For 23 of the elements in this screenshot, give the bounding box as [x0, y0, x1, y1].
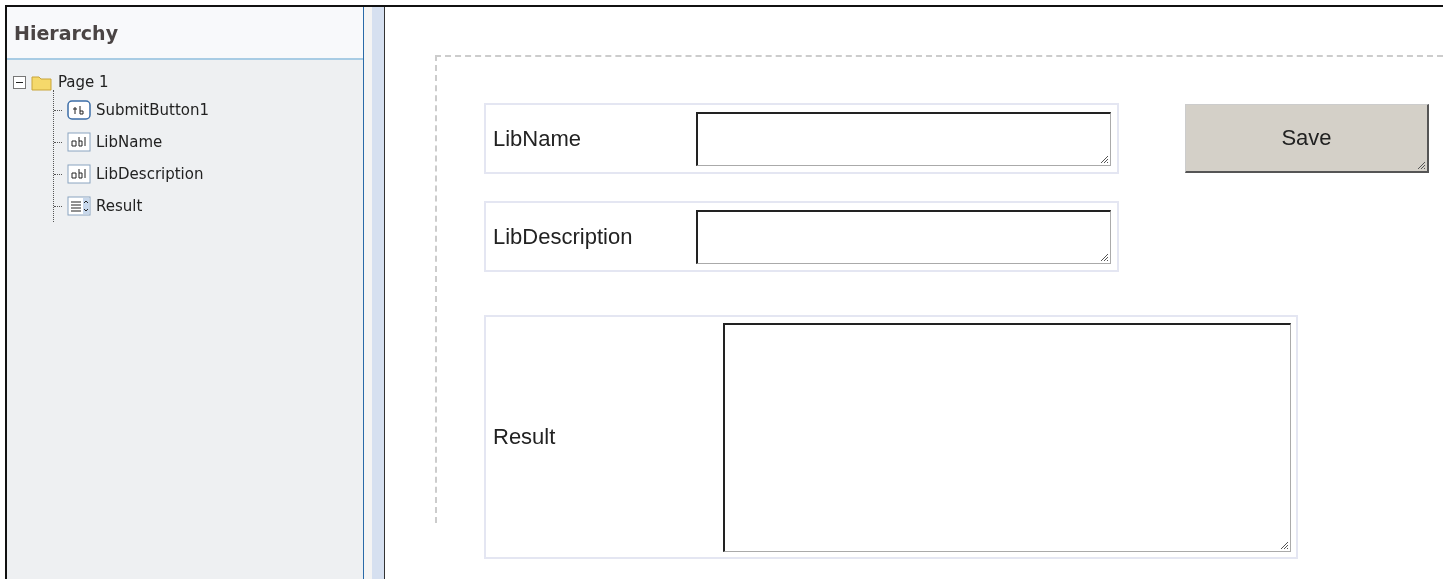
- tree-item[interactable]: Result: [96, 197, 143, 215]
- button-icon: [67, 100, 91, 120]
- tree-item[interactable]: Page 1: [58, 73, 109, 91]
- resize-grip-icon[interactable]: [1417, 161, 1426, 170]
- field-label: LibName: [493, 125, 583, 152]
- collapse-toggle-icon[interactable]: [13, 75, 26, 89]
- resize-grip-icon[interactable]: [1280, 540, 1289, 550]
- save-button[interactable]: Save: [1185, 104, 1429, 173]
- folder-icon: [31, 73, 53, 91]
- input-field[interactable]: [696, 209, 1111, 264]
- field-label: Result: [493, 424, 557, 450]
- textbox-icon: [67, 132, 91, 152]
- tree-item[interactable]: LibDescription: [96, 165, 204, 183]
- textbox-icon: [67, 164, 91, 184]
- field-label: LibDescription: [493, 223, 634, 250]
- resize-grip-icon[interactable]: [1100, 154, 1109, 164]
- tree-item[interactable]: SubmitButton1: [96, 101, 209, 119]
- listbox-icon: [67, 196, 91, 216]
- panel-title: Hierarchy: [14, 21, 119, 44]
- splitter-bar[interactable]: [364, 7, 385, 579]
- input-field[interactable]: [696, 111, 1111, 166]
- tree-item[interactable]: LibName: [96, 133, 163, 151]
- resize-grip-icon[interactable]: [1100, 252, 1109, 262]
